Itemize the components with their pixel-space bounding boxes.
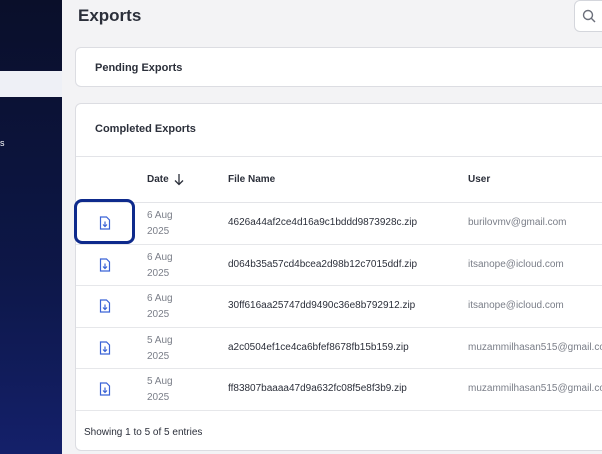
table-footer-info: Showing 1 to 5 of 5 entries <box>84 427 203 438</box>
row-user: muzammilhasan515@gmail.com <box>468 341 602 353</box>
table-header: Date File Name User <box>76 156 602 203</box>
sort-arrow-down-icon <box>174 174 184 186</box>
sidebar-item-label[interactable]: s <box>0 138 6 148</box>
column-header-date-label: Date <box>147 174 169 185</box>
table-row: 6 Aug 2025 d064b35a57cd4bcea2d98b12c7015… <box>76 245 602 286</box>
download-file-icon[interactable] <box>99 216 111 230</box>
row-file-name: a2c0504ef1ce4ca6bfef8678fb15b159.zip <box>228 341 409 353</box>
table-row: 6 Aug 2025 30ff616aa25747dd9490c36e8b792… <box>76 286 602 328</box>
pending-exports-title: Pending Exports <box>95 62 183 74</box>
row-user: muzammilhasan515@gmail.com <box>468 383 602 394</box>
exports-table-body: 6 Aug 2025 4626a44af2ce4d16a9c1bddd98739… <box>76 203 602 411</box>
row-user: itsanope@icloud.com <box>468 300 564 311</box>
row-file-name: 30ff616aa25747dd9490c36e8b792912.zip <box>228 300 416 311</box>
row-file-name: ff83807baaaa47d9a632fc08f5e8f3b9.zip <box>228 383 407 394</box>
row-date: 6 Aug 2025 <box>147 251 173 279</box>
row-file-name: 4626a44af2ce4d16a9c1bddd9873928c.zip <box>228 217 418 228</box>
row-date: 6 Aug 2025 <box>147 210 173 237</box>
page-title: Exports <box>78 6 142 25</box>
search-button[interactable] <box>574 0 602 32</box>
completed-exports-title: Completed Exports <box>95 123 196 135</box>
table-row: 5 Aug 2025 ff83807baaaa47d9a632fc08f5e8f… <box>76 369 602 411</box>
pending-exports-card[interactable]: Pending Exports <box>75 47 602 87</box>
column-header-date[interactable]: Date <box>147 174 184 186</box>
download-file-icon[interactable] <box>99 340 111 355</box>
row-date: 5 Aug 2025 <box>147 334 173 362</box>
search-icon <box>582 9 596 23</box>
sidebar: s <box>0 0 62 454</box>
download-file-icon[interactable] <box>99 382 111 396</box>
table-row: 5 Aug 2025 a2c0504ef1ce4ca6bfef8678fb15b… <box>76 328 602 369</box>
completed-exports-card: Completed Exports Date File Name User 6 … <box>75 103 602 451</box>
column-header-user[interactable]: User <box>468 174 490 185</box>
row-date: 5 Aug 2025 <box>147 376 173 403</box>
row-date: 6 Aug 2025 <box>147 293 173 320</box>
row-user: itsanope@icloud.com <box>468 258 564 270</box>
row-file-name: d064b35a57cd4bcea2d98b12c7015ddf.zip <box>228 258 418 270</box>
sidebar-active-item[interactable] <box>0 71 62 97</box>
download-file-icon[interactable] <box>99 257 111 272</box>
row-user: burilovmv@gmail.com <box>468 217 567 228</box>
column-header-file-name[interactable]: File Name <box>228 174 275 185</box>
table-row: 6 Aug 2025 4626a44af2ce4d16a9c1bddd98739… <box>76 203 602 245</box>
download-file-icon[interactable] <box>99 299 111 313</box>
